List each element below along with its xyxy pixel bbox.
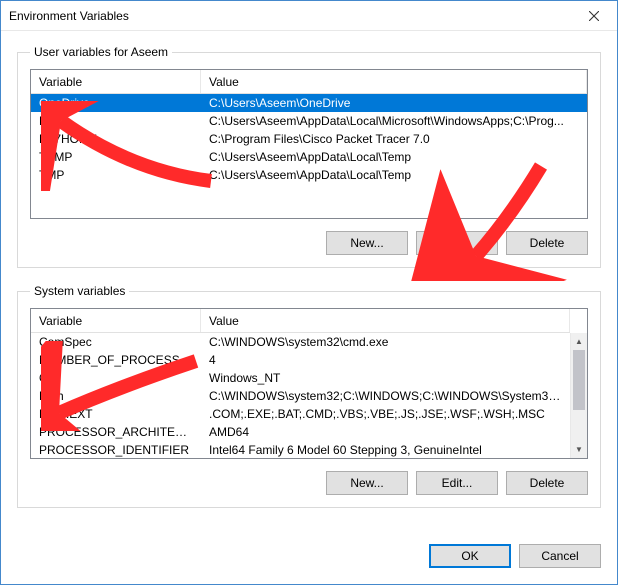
cell-variable: ComSpec: [31, 334, 201, 350]
table-row[interactable]: PROCESSOR_IDENTIFIERIntel64 Family 6 Mod…: [31, 441, 570, 458]
cell-variable: Path: [31, 113, 201, 129]
cell-variable: TMP: [31, 167, 201, 183]
cell-variable: OS: [31, 370, 201, 386]
table-row[interactable]: PT7HOMEC:\Program Files\Cisco Packet Tra…: [31, 130, 587, 148]
col-header-variable[interactable]: Variable: [31, 70, 201, 93]
cell-value: 4: [201, 352, 570, 368]
cell-variable: TEMP: [31, 149, 201, 165]
cell-value: C:\Users\Aseem\OneDrive: [201, 95, 587, 111]
cell-variable: OneDrive: [31, 95, 201, 111]
cell-value: Intel64 Family 6 Model 60 Stepping 3, Ge…: [201, 442, 570, 458]
user-delete-button[interactable]: Delete: [506, 231, 588, 255]
dialog-content: User variables for Aseem Variable Value …: [1, 31, 617, 538]
cancel-button[interactable]: Cancel: [519, 544, 601, 568]
user-variables-group: User variables for Aseem Variable Value …: [17, 45, 601, 268]
cell-variable: NUMBER_OF_PROCESSORS: [31, 352, 201, 368]
dialog-footer: OK Cancel: [1, 538, 617, 584]
scroll-down-button[interactable]: ▼: [571, 441, 587, 458]
list-header: Variable Value: [31, 70, 587, 94]
cell-variable: PATHEXT: [31, 406, 201, 422]
table-row[interactable]: PROCESSOR_ARCHITECTUREAMD64: [31, 423, 570, 441]
table-row[interactable]: PathC:\WINDOWS\system32;C:\WINDOWS;C:\WI…: [31, 387, 570, 405]
system-buttons: New... Edit... Delete: [30, 471, 588, 495]
window-title: Environment Variables: [9, 9, 571, 23]
scroll-thumb[interactable]: [573, 350, 585, 410]
user-variables-list[interactable]: Variable Value OneDriveC:\Users\Aseem\On…: [30, 69, 588, 219]
table-row[interactable]: TMPC:\Users\Aseem\AppData\Local\Temp: [31, 166, 587, 184]
table-row[interactable]: PathC:\Users\Aseem\AppData\Local\Microso…: [31, 112, 587, 130]
cell-value: C:\Program Files\Cisco Packet Tracer 7.0: [201, 131, 587, 147]
system-variables-list[interactable]: Variable Value ComSpecC:\WINDOWS\system3…: [30, 308, 588, 459]
system-edit-button[interactable]: Edit...: [416, 471, 498, 495]
cell-value: C:\WINDOWS\system32\cmd.exe: [201, 334, 570, 350]
cell-value: .COM;.EXE;.BAT;.CMD;.VBS;.VBE;.JS;.JSE;.…: [201, 406, 570, 422]
chevron-up-icon: ▲: [575, 337, 583, 346]
cell-variable: Path: [31, 388, 201, 404]
close-icon: [589, 11, 599, 21]
table-row[interactable]: TEMPC:\Users\Aseem\AppData\Local\Temp: [31, 148, 587, 166]
close-button[interactable]: [571, 1, 617, 31]
col-header-variable[interactable]: Variable: [31, 309, 201, 332]
cell-value: AMD64: [201, 424, 570, 440]
table-row[interactable]: OSWindows_NT: [31, 369, 570, 387]
list-header: Variable Value: [31, 309, 570, 333]
system-new-button[interactable]: New...: [326, 471, 408, 495]
user-edit-button[interactable]: Edit...: [416, 231, 498, 255]
scrollbar[interactable]: ▲ ▼: [570, 333, 587, 458]
col-header-value[interactable]: Value: [201, 70, 587, 93]
environment-variables-dialog: Environment Variables User variables for…: [0, 0, 618, 585]
cell-variable: PROCESSOR_ARCHITECTURE: [31, 424, 201, 440]
cell-variable: PROCESSOR_IDENTIFIER: [31, 442, 201, 458]
cell-value: Windows_NT: [201, 370, 570, 386]
table-row[interactable]: OneDriveC:\Users\Aseem\OneDrive: [31, 94, 587, 112]
table-row[interactable]: ComSpecC:\WINDOWS\system32\cmd.exe: [31, 333, 570, 351]
cell-value: C:\WINDOWS\system32;C:\WINDOWS;C:\WINDOW…: [201, 388, 570, 404]
scroll-track[interactable]: [571, 350, 587, 441]
scroll-up-button[interactable]: ▲: [571, 333, 587, 350]
system-delete-button[interactable]: Delete: [506, 471, 588, 495]
cell-value: C:\Users\Aseem\AppData\Local\Temp: [201, 167, 587, 183]
table-row[interactable]: PATHEXT.COM;.EXE;.BAT;.CMD;.VBS;.VBE;.JS…: [31, 405, 570, 423]
cell-variable: PT7HOME: [31, 131, 201, 147]
user-variables-legend: User variables for Aseem: [30, 45, 172, 59]
col-header-value[interactable]: Value: [201, 309, 570, 332]
user-new-button[interactable]: New...: [326, 231, 408, 255]
ok-button[interactable]: OK: [429, 544, 511, 568]
cell-value: C:\Users\Aseem\AppData\Local\Microsoft\W…: [201, 113, 587, 129]
system-variables-group: System variables Variable Value ComSpecC…: [17, 284, 601, 508]
system-variables-legend: System variables: [30, 284, 129, 298]
cell-value: C:\Users\Aseem\AppData\Local\Temp: [201, 149, 587, 165]
user-buttons: New... Edit... Delete: [30, 231, 588, 255]
titlebar: Environment Variables: [1, 1, 617, 31]
chevron-down-icon: ▼: [575, 445, 583, 454]
table-row[interactable]: NUMBER_OF_PROCESSORS4: [31, 351, 570, 369]
